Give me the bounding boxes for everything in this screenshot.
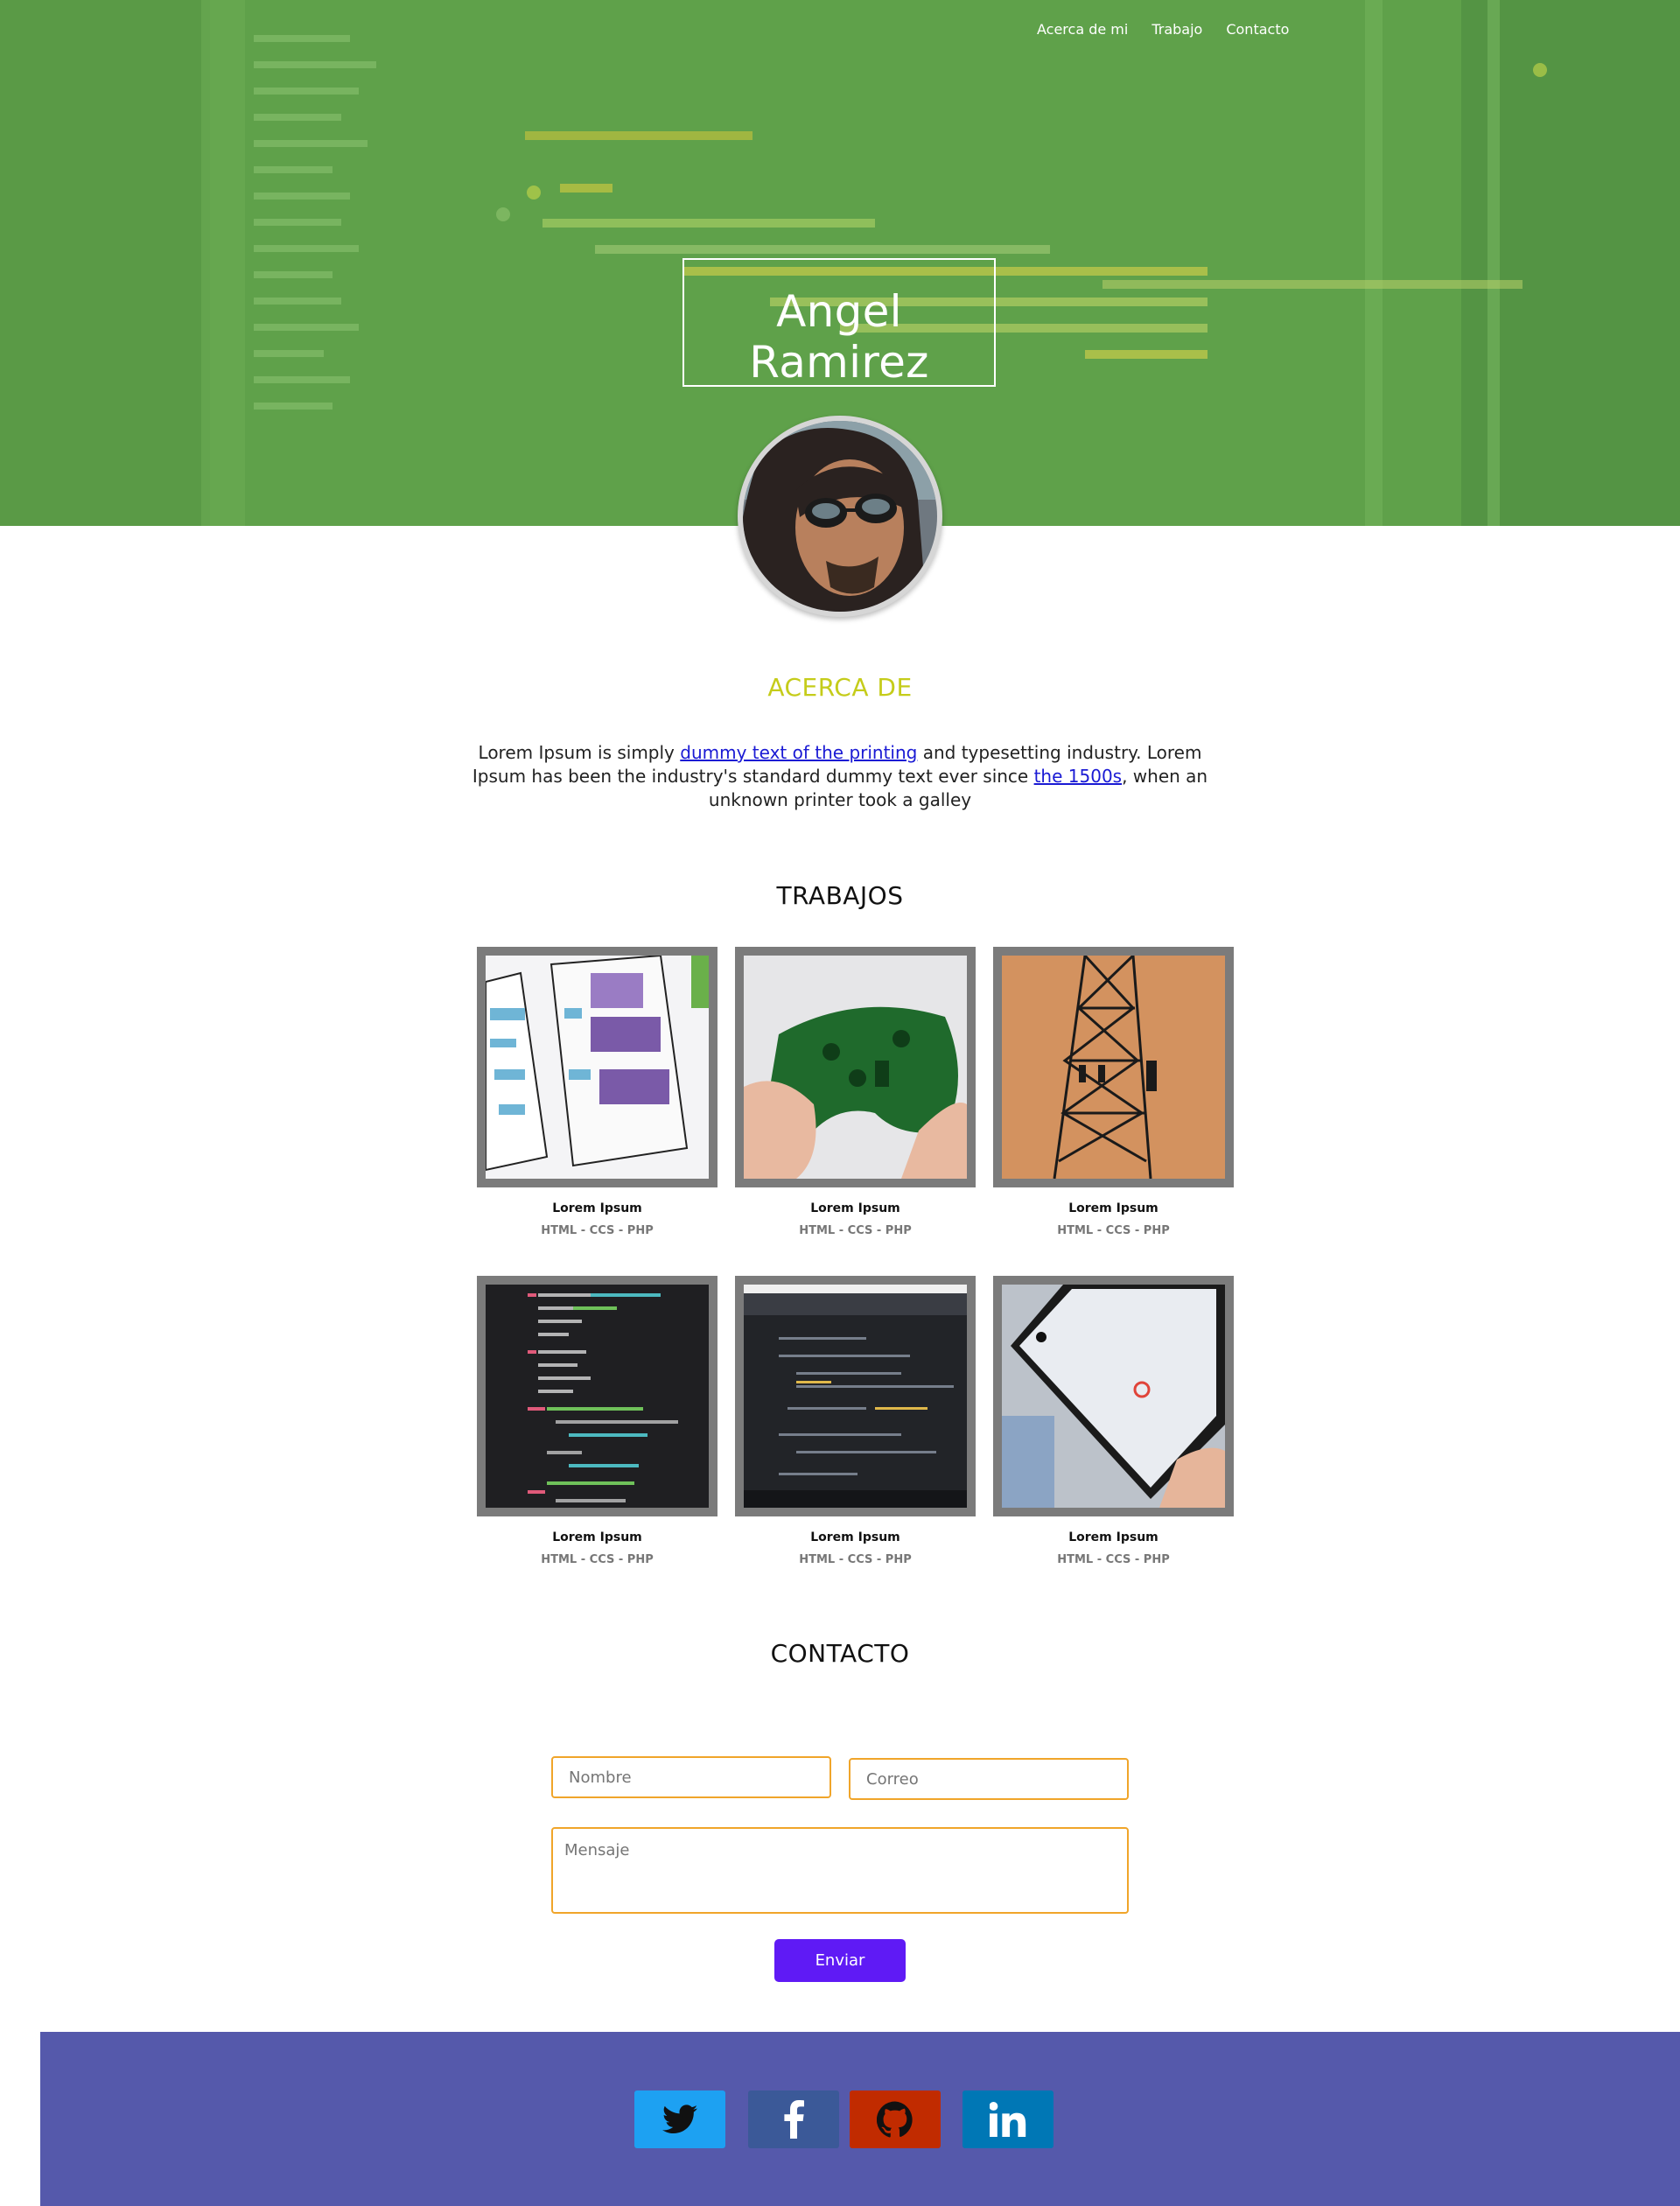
contact-title: CONTACTO [770, 1639, 910, 1668]
game-controller-image [744, 956, 967, 1179]
nav-item-about[interactable]: Acerca de mi [1037, 21, 1128, 38]
github-icon [877, 2101, 913, 2138]
work-thumbnail[interactable] [735, 1276, 976, 1516]
nav-item-contact[interactable]: Contacto [1226, 21, 1289, 38]
work-thumbnail[interactable] [993, 947, 1234, 1187]
nav-item-work[interactable]: Trabajo [1152, 21, 1202, 38]
work-card[interactable]: Lorem Ipsum HTML - CCS - PHP [993, 1276, 1234, 1566]
work-thumbnail[interactable] [477, 1276, 718, 1516]
work-tech: HTML - CCS - PHP [541, 1224, 654, 1237]
message-field[interactable] [551, 1827, 1129, 1914]
about-title: ACERCA DE [767, 673, 913, 702]
work-tech: HTML - CCS - PHP [1057, 1224, 1170, 1237]
work-card[interactable]: Lorem Ipsum HTML - CCS - PHP [735, 947, 976, 1237]
wireframe-sketch-image [486, 956, 709, 1179]
hero-name: Angel Ramirez [749, 286, 929, 388]
laptop-code-image [744, 1285, 967, 1508]
linkedin-button[interactable] [962, 2090, 1054, 2148]
about-link-2[interactable]: the 1500s [1034, 766, 1123, 787]
work-title: Lorem Ipsum [1068, 1530, 1158, 1544]
twitter-icon [662, 2104, 697, 2133]
work-card[interactable]: Lorem Ipsum HTML - CCS - PHP [735, 1276, 976, 1566]
name-frame: Angel Ramirez [682, 258, 996, 388]
email-field[interactable] [849, 1758, 1129, 1800]
work-thumbnail[interactable] [735, 947, 976, 1187]
work-card[interactable]: Lorem Ipsum HTML - CCS - PHP [993, 947, 1234, 1237]
work-thumbnail[interactable] [477, 947, 718, 1187]
avatar-photo [743, 421, 937, 612]
work-tech: HTML - CCS - PHP [799, 1224, 912, 1237]
facebook-button[interactable] [748, 2090, 839, 2148]
work-tech: HTML - CCS - PHP [799, 1553, 912, 1566]
about-text-1: Lorem Ipsum is simply [478, 742, 681, 763]
work-card[interactable]: Lorem Ipsum HTML - CCS - PHP [477, 947, 718, 1237]
works-title: TRABAJOS [776, 881, 904, 910]
about-paragraph: Lorem Ipsum is simply dummy text of the … [451, 741, 1229, 812]
work-card[interactable]: Lorem Ipsum HTML - CCS - PHP [477, 1276, 718, 1566]
smartphone-image [1002, 1285, 1225, 1508]
work-title: Lorem Ipsum [1068, 1201, 1158, 1215]
github-button[interactable] [850, 2090, 941, 2148]
about-link-1[interactable]: dummy text of the printing [680, 742, 917, 763]
facebook-icon [784, 2100, 804, 2139]
name-field[interactable] [551, 1756, 831, 1798]
code-editor-image [486, 1285, 709, 1508]
top-nav: Acerca de mi Trabajo Contacto [1037, 21, 1312, 38]
work-thumbnail[interactable] [993, 1276, 1234, 1516]
submit-button[interactable]: Enviar [774, 1939, 906, 1982]
work-title: Lorem Ipsum [810, 1530, 900, 1544]
work-title: Lorem Ipsum [552, 1201, 642, 1215]
work-title: Lorem Ipsum [810, 1201, 900, 1215]
radio-tower-image [1002, 956, 1225, 1179]
work-title: Lorem Ipsum [552, 1530, 642, 1544]
linkedin-icon [990, 2102, 1026, 2137]
work-tech: HTML - CCS - PHP [541, 1553, 654, 1566]
twitter-button[interactable] [634, 2090, 725, 2148]
avatar [738, 416, 942, 617]
work-tech: HTML - CCS - PHP [1057, 1553, 1170, 1566]
